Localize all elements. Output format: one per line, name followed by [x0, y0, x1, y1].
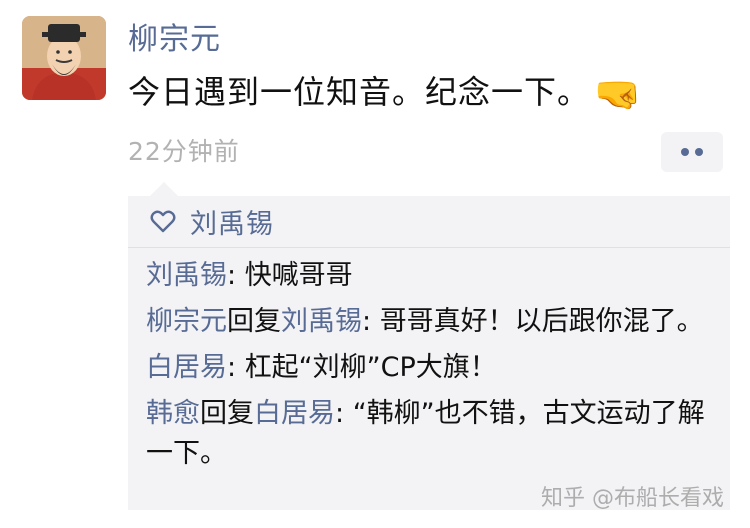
fist-emoji-icon: 🤜: [594, 72, 643, 116]
post-text: 今日遇到一位知音。纪念一下。: [128, 73, 591, 111]
watermark: 知乎 @布船长看戏: [541, 486, 724, 511]
heart-icon: [150, 210, 176, 232]
comment-separator: :: [335, 398, 353, 429]
comment-text: 快喊哥哥: [244, 260, 353, 291]
comment-item[interactable]: 白居易: 杠起“刘柳”CP大旗！: [146, 348, 712, 388]
portrait-avatar-image: [22, 16, 106, 100]
comment-item[interactable]: 刘禹锡: 快喊哥哥: [146, 256, 712, 296]
comment-box-arrow: [150, 182, 178, 196]
comment-user[interactable]: 刘禹锡: [146, 260, 227, 291]
more-actions-button[interactable]: [661, 132, 723, 172]
comment-user[interactable]: 韩愈: [146, 398, 200, 429]
liker-name[interactable]: 刘禹锡: [190, 202, 274, 241]
dot-icon: [695, 148, 703, 156]
moments-post: 柳宗元 今日遇到一位知音。纪念一下。 🤜 22分钟前 刘禹锡 刘禹锡: 快喊哥哥 …: [0, 0, 750, 528]
reply-label: 回复: [227, 306, 281, 337]
post-author[interactable]: 柳宗元: [128, 18, 221, 62]
comment-list: 刘禹锡: 快喊哥哥 柳宗元回复刘禹锡: 哥哥真好！以后跟你混了。 白居易: 杠起…: [128, 248, 730, 474]
avatar[interactable]: [22, 16, 106, 100]
comment-separator: :: [227, 352, 245, 383]
post-timestamp: 22分钟前: [128, 137, 240, 166]
reply-target-user[interactable]: 白居易: [254, 398, 335, 429]
likes-row: 刘禹锡: [128, 196, 730, 248]
comment-text: 杠起“刘柳”CP大旗！: [244, 352, 497, 383]
comment-item[interactable]: 柳宗元回复刘禹锡: 哥哥真好！以后跟你混了。: [146, 302, 712, 342]
comment-separator: :: [362, 306, 380, 337]
comment-user[interactable]: 白居易: [146, 352, 227, 383]
comment-separator: :: [227, 260, 245, 291]
reply-label: 回复: [200, 398, 254, 429]
comment-box: 刘禹锡 刘禹锡: 快喊哥哥 柳宗元回复刘禹锡: 哥哥真好！以后跟你混了。 白居易…: [128, 182, 730, 510]
post-content: 今日遇到一位知音。纪念一下。 🤜: [128, 68, 642, 118]
reply-target-user[interactable]: 刘禹锡: [281, 306, 362, 337]
comment-item[interactable]: 韩愈回复白居易: “韩柳”也不错，古文运动了解一下。: [146, 394, 712, 474]
comment-user[interactable]: 柳宗元: [146, 306, 227, 337]
dot-icon: [681, 148, 689, 156]
comment-text: 哥哥真好！以后跟你混了。: [379, 306, 704, 337]
